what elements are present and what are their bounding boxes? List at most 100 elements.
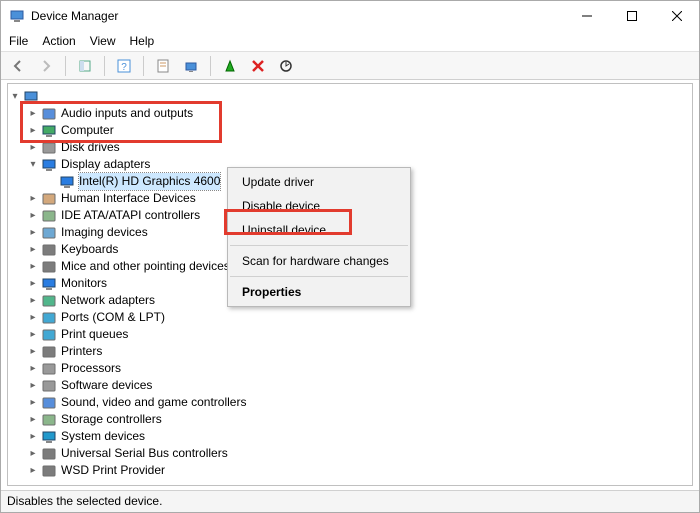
expand-icon[interactable]: ▸ (26, 462, 40, 479)
category-label: Network adapters (61, 292, 155, 309)
category-label: Human Interface Devices (61, 190, 196, 207)
statusbar: Disables the selected device. (1, 490, 699, 512)
expand-icon[interactable]: ▸ (26, 343, 40, 360)
expand-icon[interactable]: ▸ (26, 224, 40, 241)
minimize-button[interactable] (564, 1, 609, 31)
mouse-icon (41, 259, 57, 275)
separator (104, 56, 105, 76)
expand-icon[interactable]: ▸ (26, 445, 40, 462)
enable-button[interactable] (219, 55, 241, 77)
cm-disable-device[interactable]: Disable device (228, 194, 410, 218)
display-icon (59, 174, 75, 190)
tree-category[interactable]: ▸Ports (COM & LPT) (8, 309, 692, 326)
category-label: Monitors (61, 275, 107, 292)
printq-icon (41, 327, 57, 343)
cm-uninstall-device[interactable]: Uninstall device (228, 218, 410, 242)
tree-category[interactable]: ▸WSD Print Provider (8, 462, 692, 479)
expand-icon[interactable]: ▸ (26, 411, 40, 428)
svg-text:?: ? (121, 62, 127, 73)
tree-category[interactable]: ▸ Software devices (8, 377, 692, 394)
titlebar: Device Manager (1, 1, 699, 31)
back-button[interactable] (7, 55, 29, 77)
menu-file[interactable]: File (9, 34, 28, 48)
keyboard-icon (41, 242, 57, 258)
expand-icon[interactable]: ▸ (26, 105, 40, 122)
computer-icon (41, 123, 57, 139)
menu-help[interactable]: Help (130, 34, 155, 48)
printer-icon (41, 344, 57, 360)
tree-category[interactable]: ▸ Print queues (8, 326, 692, 343)
maximize-button[interactable] (609, 1, 654, 31)
disk-icon (41, 140, 57, 156)
expand-icon[interactable]: ▸ (26, 309, 40, 326)
monitor-icon (41, 276, 57, 292)
context-menu: Update driver Disable device Uninstall d… (227, 167, 411, 307)
menubar: File Action View Help (1, 31, 699, 52)
category-label: Print queues (61, 326, 128, 343)
expand-icon[interactable]: ▸ (26, 394, 40, 411)
cm-separator (230, 245, 408, 246)
cm-separator (230, 276, 408, 277)
hid-icon (41, 191, 57, 207)
cm-scan-hardware[interactable]: Scan for hardware changes (228, 249, 410, 273)
uninstall-button[interactable] (247, 55, 269, 77)
expand-icon[interactable]: ▸ (26, 428, 40, 445)
system-icon (41, 429, 57, 445)
expand-icon[interactable]: ▸ (26, 377, 40, 394)
tree-category[interactable]: ▸ Disk drives (8, 139, 692, 156)
expand-icon[interactable]: ▸ (26, 241, 40, 258)
expand-icon[interactable]: ▸ (26, 258, 40, 275)
update-driver-button[interactable] (180, 55, 202, 77)
category-label: Computer (61, 122, 114, 139)
separator (65, 56, 66, 76)
sound-icon (41, 395, 57, 411)
storage-icon (41, 412, 57, 428)
separator (210, 56, 211, 76)
expand-icon[interactable]: ▾ (26, 156, 40, 173)
tree-category[interactable]: ▸Storage controllers (8, 411, 692, 428)
category-label: Mice and other pointing devices (61, 258, 230, 275)
tree-category[interactable]: ▸ System devices (8, 428, 692, 445)
usb-icon (41, 446, 57, 462)
close-button[interactable] (654, 1, 699, 31)
separator (143, 56, 144, 76)
expand-icon[interactable]: ▸ (26, 326, 40, 343)
tree-root[interactable]: ▾ (8, 88, 692, 105)
expand-icon[interactable]: ▸ (26, 275, 40, 292)
cm-properties[interactable]: Properties (228, 280, 410, 304)
computer-icon (23, 89, 39, 105)
tree-category[interactable]: ▸ Processors (8, 360, 692, 377)
tree-category[interactable]: ▸Printers (8, 343, 692, 360)
app-icon (9, 8, 25, 24)
category-label: Processors (61, 360, 121, 377)
show-hide-button[interactable] (74, 55, 96, 77)
cm-update-driver[interactable]: Update driver (228, 170, 410, 194)
category-label: Imaging devices (61, 224, 148, 241)
audio-icon (41, 106, 57, 122)
help-button[interactable]: ? (113, 55, 135, 77)
tree-category[interactable]: ▸Universal Serial Bus controllers (8, 445, 692, 462)
device-label: Intel(R) HD Graphics 4600 (79, 173, 220, 190)
expand-icon[interactable]: ▸ (26, 122, 40, 139)
expand-icon[interactable]: ▸ (26, 292, 40, 309)
category-label: Disk drives (61, 139, 120, 156)
menu-action[interactable]: Action (42, 34, 75, 48)
tree-category[interactable]: ▸Sound, video and game controllers (8, 394, 692, 411)
tree-category[interactable]: ▸ Computer (8, 122, 692, 139)
properties-button[interactable] (152, 55, 174, 77)
menu-view[interactable]: View (90, 34, 116, 48)
expand-icon[interactable]: ▸ (26, 190, 40, 207)
category-label: Display adapters (61, 156, 150, 173)
scan-button[interactable] (275, 55, 297, 77)
expand-icon[interactable]: ▸ (26, 360, 40, 377)
tree-category[interactable]: ▸ Audio inputs and outputs (8, 105, 692, 122)
expand-icon[interactable]: ▸ (26, 139, 40, 156)
expand-icon[interactable]: ▸ (26, 207, 40, 224)
toolbar: ? (1, 52, 699, 80)
forward-button[interactable] (35, 55, 57, 77)
ports-icon (41, 310, 57, 326)
category-label: Audio inputs and outputs (61, 105, 193, 122)
category-label: System devices (61, 428, 145, 445)
cpu-icon (41, 361, 57, 377)
category-label: Software devices (61, 377, 152, 394)
